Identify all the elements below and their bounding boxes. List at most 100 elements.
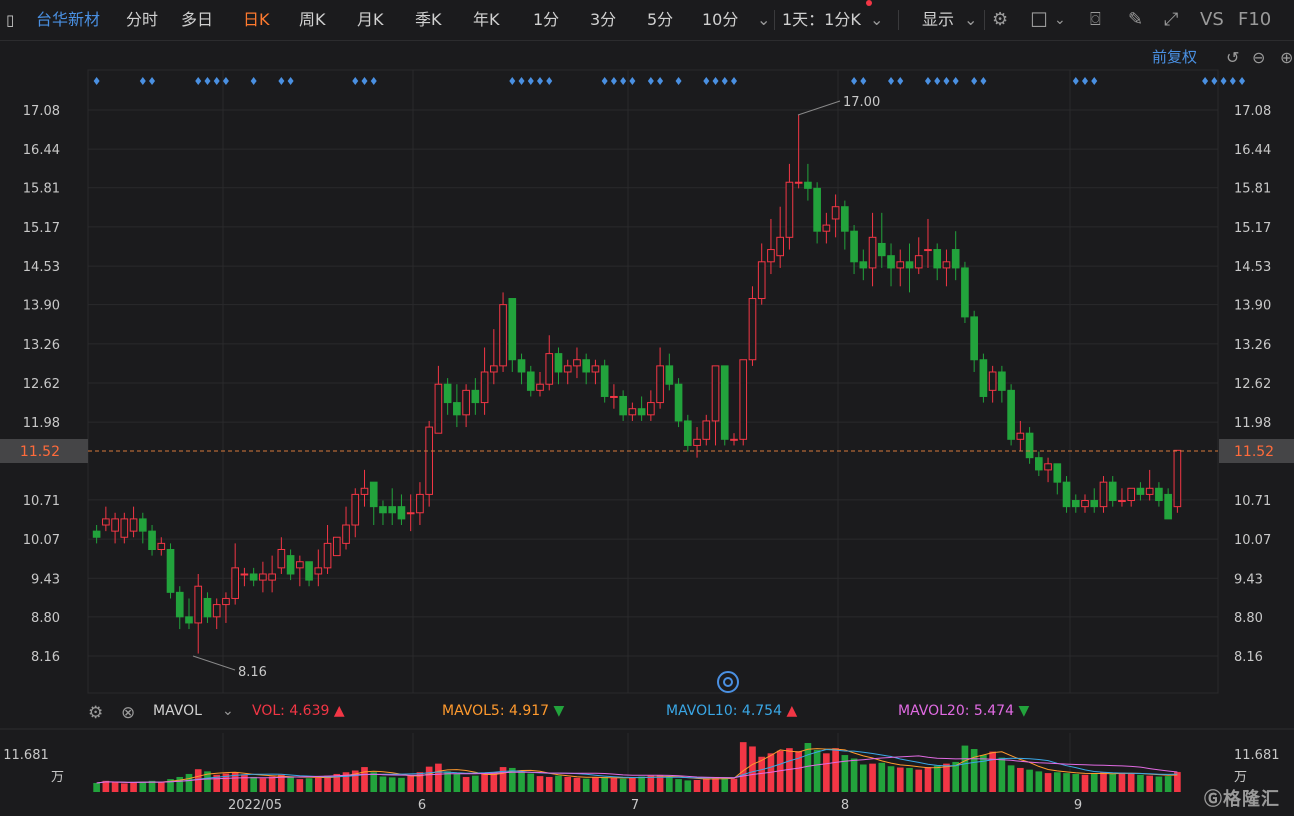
vs-button[interactable]: VS xyxy=(1200,0,1224,40)
candle-body xyxy=(175,591,184,618)
tab-weekly-k[interactable]: 周K xyxy=(299,0,326,40)
candle-body xyxy=(305,561,313,581)
volume-bars xyxy=(93,742,1181,792)
volume-bar xyxy=(1026,769,1033,792)
candle-body xyxy=(434,383,443,434)
price-tick-left: 10.07 xyxy=(23,533,60,548)
display-menu[interactable]: 显示 xyxy=(922,0,954,40)
volume-bar xyxy=(952,761,960,792)
signal-diamond xyxy=(509,77,516,85)
signal-diamond xyxy=(287,77,294,85)
gear-icon[interactable]: ⚙ xyxy=(992,0,1008,40)
indicator-name[interactable]: MAVOL xyxy=(153,703,202,719)
candle-body xyxy=(628,408,637,416)
tab-5min[interactable]: 5分 xyxy=(647,0,673,40)
volume-bar xyxy=(527,773,535,792)
divider xyxy=(984,10,985,30)
price-tick-left: 15.17 xyxy=(23,221,60,236)
volume-bar xyxy=(1081,774,1089,792)
candle-body xyxy=(92,530,101,538)
volume-bar xyxy=(823,753,830,792)
price-tick-left: 10.71 xyxy=(23,494,60,509)
volume-bar xyxy=(1146,775,1153,792)
volume-bar xyxy=(139,781,147,792)
volume-bar xyxy=(1137,774,1144,792)
signal-diamond xyxy=(971,77,978,85)
signal-diamond xyxy=(537,77,544,85)
zoom-search-icon[interactable] xyxy=(717,671,739,693)
close-indicator-icon[interactable]: ⊗ xyxy=(121,693,135,733)
indicator-settings-gear-icon[interactable]: ⚙ xyxy=(88,693,103,733)
price-tick-right: 13.90 xyxy=(1234,299,1271,314)
signal-diamond xyxy=(730,77,737,85)
candle-body xyxy=(831,206,840,220)
candle-body xyxy=(388,506,397,514)
signal-diamond xyxy=(943,77,950,85)
tab-daily-k[interactable]: 日K xyxy=(243,0,270,40)
price-tick-right: 15.81 xyxy=(1234,182,1271,197)
price-tick-left: 17.08 xyxy=(23,104,60,119)
volume-bar xyxy=(121,783,128,792)
candle-body xyxy=(323,542,332,569)
signal-diamond xyxy=(934,77,941,85)
more-periods-chevron-icon[interactable]: ⌄ xyxy=(757,0,770,40)
candle-body xyxy=(785,181,794,238)
sidebar-toggle-icon[interactable]: ▯ xyxy=(6,0,14,40)
volume-bar xyxy=(693,779,701,792)
interval-select[interactable]: 1天：1分K xyxy=(782,0,861,40)
camera-icon[interactable]: ⌼ xyxy=(1090,0,1101,40)
candle-body xyxy=(1118,500,1126,503)
square-icon[interactable]: ☐ xyxy=(1030,0,1048,40)
signal-diamond xyxy=(675,77,682,85)
candle-body xyxy=(397,506,406,520)
volume-axis-right-value: 11.681 xyxy=(1234,748,1280,763)
candle-body xyxy=(157,542,166,550)
toolbar: ▯ 台华新材 分时 多日 日K 周K 月K 季K 年K 1分 3分 5分 10分… xyxy=(0,0,1294,41)
candle-body xyxy=(138,518,147,532)
volume-bar xyxy=(472,775,479,792)
volume-bar xyxy=(943,763,950,792)
candle-body xyxy=(536,383,544,391)
stock-name[interactable]: 台华新材 xyxy=(36,0,100,40)
signal-diamond xyxy=(629,77,636,85)
candle-body xyxy=(369,481,378,508)
candle-body xyxy=(1025,432,1034,459)
tab-multi-day[interactable]: 多日 xyxy=(181,0,213,40)
candle-body xyxy=(102,518,110,526)
volume-bar xyxy=(758,756,766,792)
volume-bar xyxy=(647,775,655,792)
indicator-chevron-icon[interactable]: ⌄ xyxy=(222,703,234,719)
candle-body xyxy=(702,420,711,440)
candle-body xyxy=(1062,481,1071,508)
tab-1min[interactable]: 1分 xyxy=(533,0,559,40)
candle-body xyxy=(286,555,295,575)
candle-body xyxy=(462,389,470,416)
fullscreen-icon[interactable]: ⤢ xyxy=(1164,0,1178,40)
tab-quarterly-k[interactable]: 季K xyxy=(415,0,442,40)
signal-diamond xyxy=(1211,77,1218,85)
candle-body xyxy=(979,359,988,397)
candle-body xyxy=(342,524,350,544)
tab-intraday[interactable]: 分时 xyxy=(126,0,158,40)
tab-10min[interactable]: 10分 xyxy=(702,0,738,40)
tab-yearly-k[interactable]: 年K xyxy=(473,0,500,40)
plot-border xyxy=(87,69,1219,694)
pencil-icon[interactable]: ✎ xyxy=(1128,0,1143,40)
chevron-down-icon[interactable]: ⌄ xyxy=(1054,0,1066,40)
candle-body xyxy=(249,573,258,581)
interval-chevron-icon[interactable]: ⌄ xyxy=(870,0,883,40)
kline-chart[interactable]: 17.08 17.08 16.44 16.44 15.81 15.81 15.17 15.17… xyxy=(0,40,1294,816)
date-label-aug: 8 xyxy=(841,798,849,813)
tab-3min[interactable]: 3分 xyxy=(590,0,616,40)
f10-button[interactable]: F10 xyxy=(1238,0,1271,40)
candle-body xyxy=(111,518,119,532)
candle-body xyxy=(804,181,812,189)
display-chevron-icon[interactable]: ⌄ xyxy=(964,0,977,40)
price-tick-right: 10.71 xyxy=(1234,494,1271,509)
date-label-sep: 9 xyxy=(1074,798,1082,813)
volume-bar xyxy=(324,775,331,792)
price-tick-right: 8.80 xyxy=(1234,611,1263,626)
tab-monthly-k[interactable]: 月K xyxy=(357,0,384,40)
candle-body xyxy=(1099,481,1108,508)
volume-bar xyxy=(545,776,553,792)
